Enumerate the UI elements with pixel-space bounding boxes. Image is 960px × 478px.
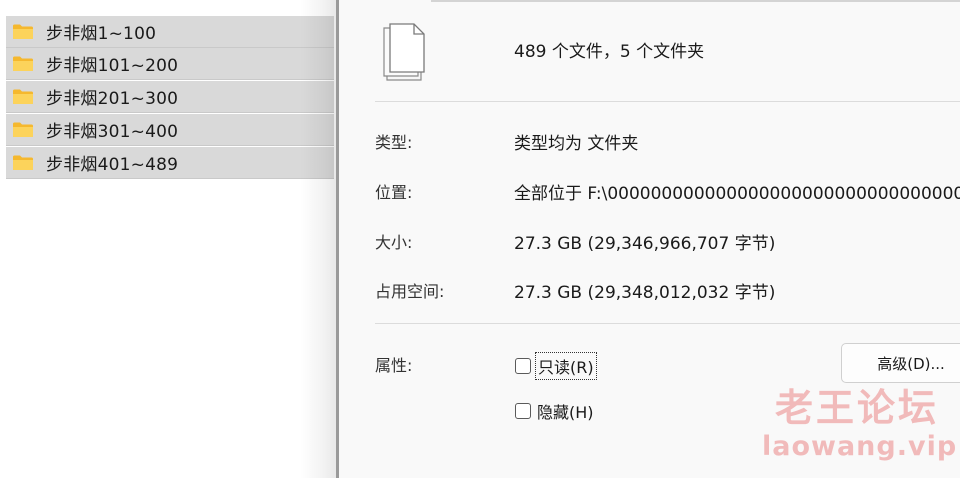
size-on-disk-value: 27.3 GB (29,348,012,032 字节) — [514, 283, 776, 303]
list-item[interactable]: 步非烟201~300 — [6, 81, 334, 113]
folder-name: 步非烟101~200 — [46, 56, 179, 76]
type-value: 类型均为 文件夹 — [514, 134, 639, 154]
attributes-label: 属性: — [375, 356, 413, 375]
list-item[interactable]: 步非烟401~489 — [6, 147, 334, 179]
hidden-checkbox-box[interactable] — [515, 403, 531, 419]
advanced-button[interactable]: 高级(D)... — [841, 343, 960, 383]
hidden-checkbox[interactable]: 隐藏(H) — [515, 399, 594, 423]
screen: 步非烟1~100 步非烟101~200 步非烟201~300 步非烟301~40… — [0, 0, 960, 478]
readonly-checkbox[interactable]: 只读(R) — [515, 352, 597, 380]
size-value: 27.3 GB (29,346,966,707 字节) — [514, 234, 776, 254]
size-on-disk-label: 占用空间: — [375, 282, 445, 301]
hidden-checkbox-label[interactable]: 隐藏(H) — [537, 399, 594, 423]
dialog-shadow — [300, 0, 340, 478]
list-item[interactable]: 步非烟1~100 — [6, 16, 334, 48]
divider — [375, 101, 960, 102]
list-item[interactable]: 步非烟101~200 — [6, 48, 334, 80]
divider — [375, 323, 960, 324]
selection-summary: 489 个文件，5 个文件夹 — [514, 42, 705, 62]
readonly-checkbox-label[interactable]: 只读(R) — [535, 352, 597, 380]
readonly-checkbox-box[interactable] — [515, 358, 531, 374]
folder-icon — [12, 154, 34, 171]
folder-icon — [12, 121, 34, 138]
folder-name: 步非烟201~300 — [46, 89, 179, 109]
size-label: 大小: — [375, 233, 413, 252]
list-item[interactable]: 步非烟301~400 — [6, 114, 334, 146]
folder-name: 步非烟301~400 — [46, 122, 179, 142]
location-label: 位置: — [375, 183, 413, 202]
properties-dialog: 489 个文件，5 个文件夹 类型: 类型均为 文件夹 位置: 全部位于 F:\… — [336, 0, 960, 478]
folder-icon — [12, 88, 34, 105]
folder-name: 步非烟1~100 — [46, 24, 157, 44]
folder-name: 步非烟401~489 — [46, 155, 179, 175]
folder-icon — [12, 55, 34, 72]
name-field-edge — [431, 0, 960, 2]
folder-icon — [12, 23, 34, 40]
type-label: 类型: — [375, 133, 413, 152]
multiple-files-icon — [381, 22, 433, 84]
location-value: 全部位于 F:\00000000000000000000000000000000… — [514, 184, 960, 204]
explorer-file-list: 步非烟1~100 步非烟101~200 步非烟201~300 步非烟301~40… — [0, 0, 336, 478]
